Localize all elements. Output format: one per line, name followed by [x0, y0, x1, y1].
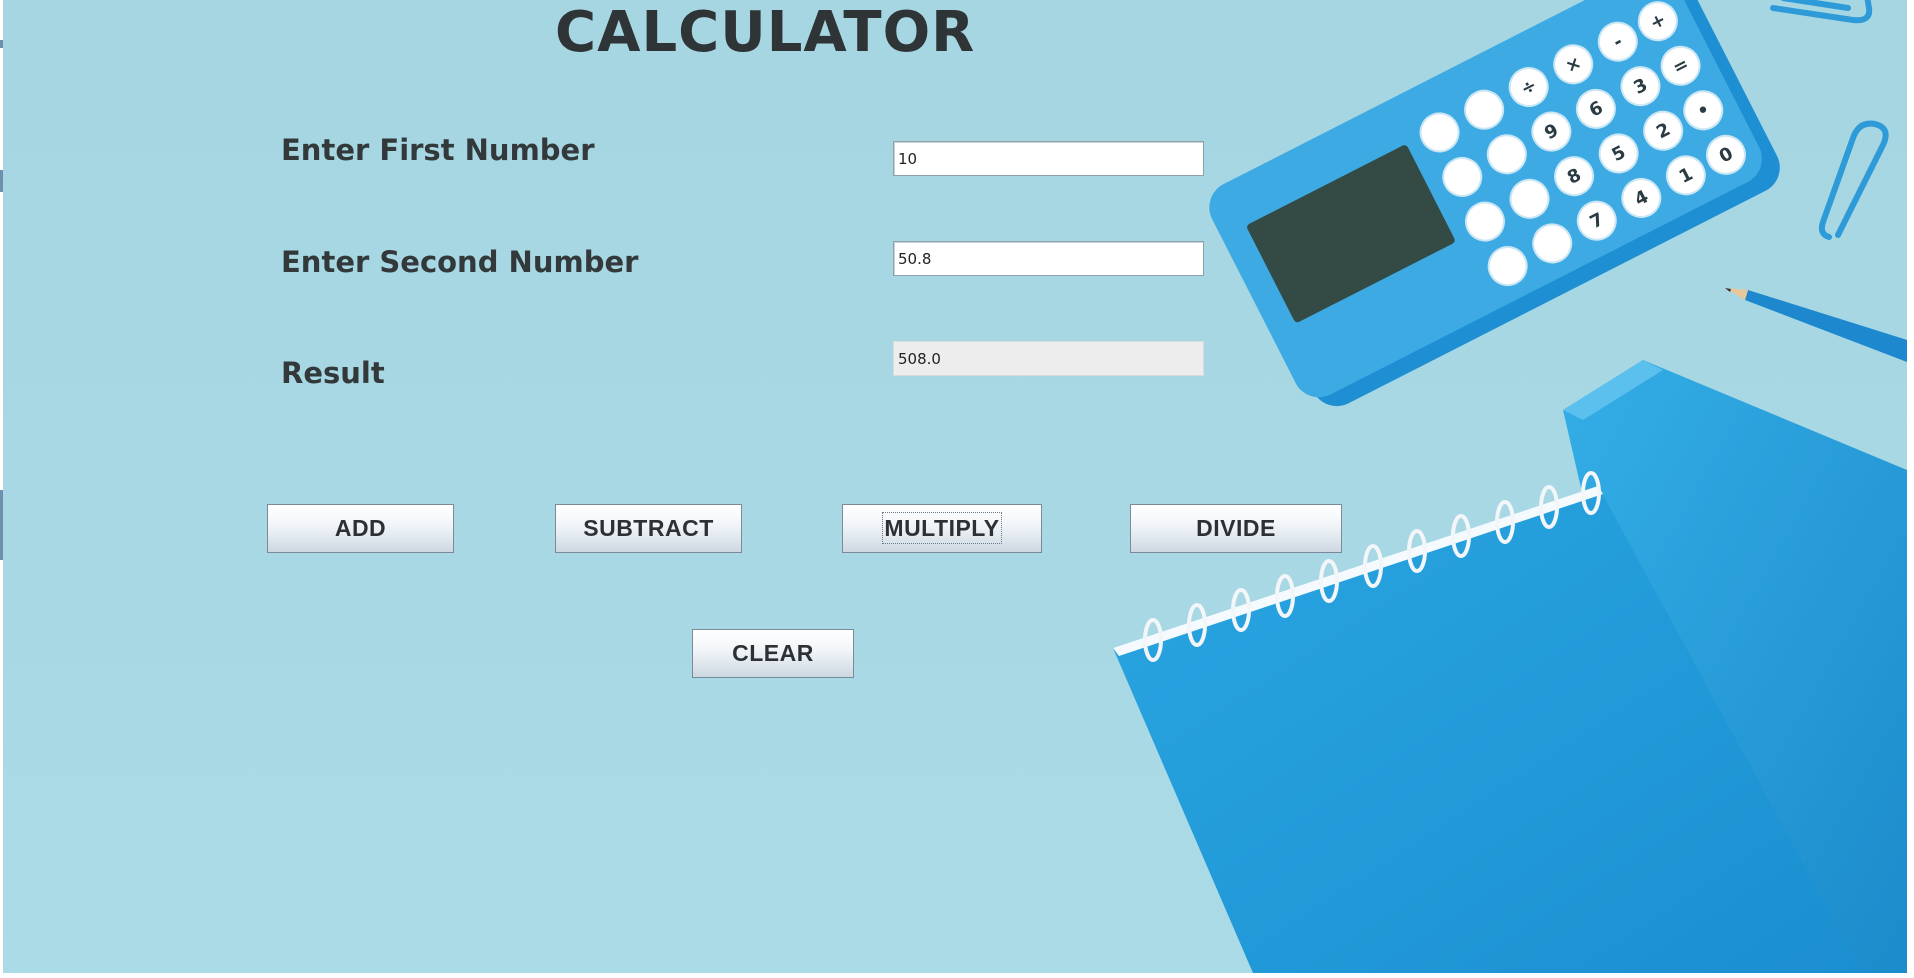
svg-text:÷: ÷ [1517, 75, 1540, 101]
multiply-button-label: MULTIPLY [882, 512, 1002, 544]
svg-text:0: 0 [1716, 143, 1737, 167]
calculator-illustration: + = - 3 • × ÷ 6 2 0 9 5 1 8 4 7 [1209, 0, 1780, 407]
divide-button[interactable]: DIVIDE [1130, 504, 1342, 553]
subtract-button[interactable]: SUBTRACT [555, 504, 742, 553]
result-field [893, 341, 1204, 376]
svg-text:×: × [1562, 52, 1585, 78]
svg-text:-: - [1610, 31, 1626, 53]
pencil-icon [1725, 288, 1907, 362]
svg-text:3: 3 [1630, 74, 1651, 98]
svg-text:7: 7 [1587, 209, 1608, 233]
svg-text:1: 1 [1676, 164, 1697, 188]
svg-text:+: + [1647, 9, 1670, 35]
clear-button[interactable]: CLEAR [692, 629, 854, 678]
application-window: + = - 3 • × ÷ 6 2 0 9 5 1 8 4 7 CALCULAT… [0, 0, 1914, 978]
svg-text:4: 4 [1631, 186, 1652, 210]
svg-text:2: 2 [1653, 119, 1674, 143]
svg-text:6: 6 [1586, 97, 1607, 121]
first-number-input[interactable] [893, 141, 1204, 176]
add-button[interactable]: ADD [267, 504, 454, 553]
svg-text:=: = [1669, 53, 1692, 79]
svg-text:8: 8 [1564, 164, 1585, 188]
svg-text:•: • [1694, 99, 1714, 123]
first-number-label: Enter First Number [281, 133, 595, 167]
result-label: Result [281, 356, 385, 390]
paper-clip-icon [1818, 120, 1889, 240]
calculator-panel: + = - 3 • × ÷ 6 2 0 9 5 1 8 4 7 CALCULAT… [3, 0, 1907, 973]
notebook-back-illustration [1563, 360, 1907, 973]
paper-clip-icon [1770, 0, 1873, 24]
multiply-button[interactable]: MULTIPLY [842, 504, 1042, 553]
second-number-label: Enter Second Number [281, 245, 639, 279]
svg-text:5: 5 [1609, 142, 1630, 166]
second-number-input[interactable] [893, 241, 1204, 276]
svg-text:9: 9 [1541, 120, 1562, 144]
page-title: CALCULATOR [555, 0, 976, 65]
